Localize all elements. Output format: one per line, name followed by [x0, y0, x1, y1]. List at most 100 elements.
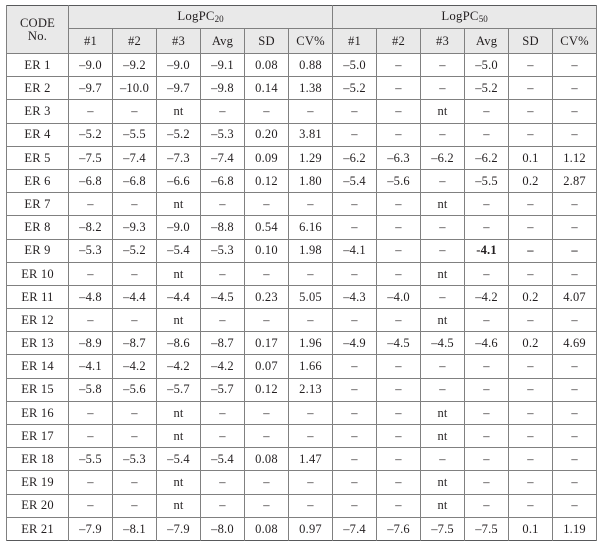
table-row: ER 12– – nt – – – – – nt – – –: [6, 308, 598, 333]
cell-pc20-avg: –8.8: [200, 215, 245, 240]
cell-pc50-cv: –: [552, 354, 598, 379]
cell-pc50-col-1: –4.1: [332, 238, 378, 263]
cell-pc20-avg: –5.3: [200, 238, 245, 263]
cell-pc50-col-1: –5.2: [332, 76, 378, 101]
cell-pc20-col-2: –9.2: [112, 52, 157, 78]
cell-pc50-col-1: –: [332, 192, 378, 217]
row-code-label: ER 2: [6, 76, 69, 101]
cell-pc50-cv: –: [552, 493, 598, 518]
cell-pc50-col-1: –: [332, 122, 378, 147]
cell-pc20-col-2: –5.6: [112, 377, 157, 402]
cell-pc20-avg: –5.3: [200, 122, 245, 147]
cell-pc20-col-1: –5.2: [68, 122, 113, 147]
header-pc50-col-1: #1: [332, 28, 378, 54]
cell-pc20-col-1: –4.1: [68, 354, 113, 379]
row-code-label: ER 13: [6, 331, 69, 356]
cell-pc20-col-3: –5.2: [156, 122, 201, 147]
cell-pc50-avg: –: [464, 354, 510, 379]
table-row: ER 17– – nt – – – – – nt – – –: [6, 423, 598, 449]
cell-pc20-cv: 1.96: [287, 331, 334, 356]
cell-pc50-col-3: –: [420, 284, 466, 310]
table-row: ER 21 –7.9 –8.1 –7.9 –8.0 0.08 0.97 –7.4 –7.6 –7.…: [6, 516, 598, 541]
cell-pc50-col-2: –: [376, 470, 422, 495]
cell-pc50-sd: –: [508, 99, 554, 124]
cell-pc50-avg: –: [464, 493, 510, 518]
cell-pc50-sd: –: [508, 493, 554, 518]
cell-pc20-sd: 0.09: [244, 145, 289, 170]
cell-pc50-col-1: –4.3: [332, 284, 378, 310]
cell-pc20-avg: –8.0: [200, 516, 245, 541]
row-code-label: ER 9: [6, 238, 69, 263]
cell-pc50-sd: –: [508, 423, 554, 449]
cell-pc50-col-2: –: [376, 400, 422, 426]
cell-pc50-col-2: –: [376, 377, 422, 402]
cell-pc20-col-2: –5.5: [112, 122, 157, 147]
cell-pc50-sd: 0.1: [508, 516, 554, 541]
cell-pc50-col-3: nt: [420, 423, 466, 449]
table-row: ER 9 –5.3 –5.2 –5.4 –5.3 0.10 1.98 –4.1– – -4.1– –: [6, 238, 598, 263]
cell-pc50-sd: 0.2: [508, 331, 554, 356]
cell-pc20-sd: 0.08: [244, 447, 289, 472]
cell-pc20-avg: –9.8: [200, 76, 245, 101]
cell-pc50-col-1: –: [332, 493, 378, 518]
cell-pc20-col-2: –9.3: [112, 215, 157, 240]
cell-pc50-avg: –: [464, 122, 510, 147]
cell-pc20-col-2: –8.7: [112, 331, 157, 356]
cell-pc50-cv: –: [552, 52, 598, 78]
cell-pc20-cv: –: [287, 99, 334, 124]
cell-pc20-avg: –4.5: [200, 284, 245, 310]
cell-pc20-sd: –: [244, 400, 289, 426]
cell-pc50-avg: –5.0: [464, 52, 510, 78]
table-row: ER 8 –8.2 –9.3 –9.0 –8.8 0.54 6.16– – – – – –: [6, 215, 598, 240]
cell-pc50-col-2: –: [376, 261, 422, 286]
group-label-sub-1: 50: [478, 13, 488, 24]
cell-pc20-col-2: –4.4: [112, 284, 157, 310]
cell-pc20-col-2: –7.4: [112, 145, 157, 170]
cell-pc20-col-2: –8.1: [112, 516, 157, 541]
cell-pc50-col-3: –6.2: [420, 145, 466, 170]
cell-pc20-sd: –: [244, 470, 289, 495]
cell-pc20-col-1: –5.8: [68, 377, 113, 402]
cell-pc50-sd: 0.2: [508, 168, 554, 194]
cell-pc20-col-1: –6.8: [68, 168, 113, 194]
cell-pc20-col-3: nt: [156, 493, 201, 518]
cell-pc20-col-1: –: [68, 470, 113, 495]
cell-pc20-cv: 2.13: [287, 377, 334, 402]
cell-pc20-sd: 0.10: [244, 238, 289, 263]
cell-pc50-col-3: –: [420, 168, 466, 194]
table-row: ER 3– – nt – – – – – nt – – –: [6, 99, 598, 124]
cell-pc50-cv: 2.87: [552, 168, 598, 194]
cell-pc20-col-1: –: [68, 400, 113, 426]
cell-pc50-sd: –: [508, 354, 554, 379]
cell-pc50-col-2: –: [376, 99, 422, 124]
cell-pc20-col-3: –6.6: [156, 168, 201, 194]
cell-pc50-sd: –: [508, 377, 554, 402]
cell-pc20-cv: –: [287, 400, 334, 426]
row-code-label: ER 1: [6, 52, 69, 78]
cell-pc50-avg: –7.5: [464, 516, 510, 541]
cell-pc20-col-2: –5.3: [112, 447, 157, 472]
row-code-label: ER 14: [6, 354, 69, 379]
cell-pc50-cv: –: [552, 215, 598, 240]
cell-pc50-col-1: –: [332, 400, 378, 426]
cell-pc50-cv: –: [552, 76, 598, 101]
cell-pc50-col-3: nt: [420, 470, 466, 495]
cell-pc50-col-2: –: [376, 423, 422, 449]
header-group-logpc20: LogPC20: [67, 5, 334, 29]
cell-pc20-col-2: –6.8: [112, 168, 157, 194]
cell-pc20-sd: 0.08: [244, 516, 289, 541]
cell-pc50-cv: –: [552, 400, 598, 426]
cell-pc20-cv: –: [287, 308, 334, 333]
cell-pc20-col-3: nt: [156, 99, 201, 124]
cell-pc20-cv: 1.66: [287, 354, 334, 379]
cell-pc20-sd: –: [244, 261, 289, 286]
cell-pc50-col-2: –: [376, 76, 422, 101]
cell-pc50-cv: –: [552, 423, 598, 449]
cell-pc50-sd: 0.2: [508, 284, 554, 310]
table-row: ER 19– – nt – – – – – nt – – –: [6, 470, 598, 495]
header-pc50-avg: Avg: [464, 28, 510, 54]
cell-pc20-col-1: –7.5: [68, 145, 113, 170]
cell-pc50-avg: –: [464, 215, 510, 240]
cell-pc20-col-1: –: [68, 99, 113, 124]
table-row: ER 4 –5.2 –5.5 –5.2 –5.3 0.20 3.81– – – – – –: [6, 122, 598, 147]
